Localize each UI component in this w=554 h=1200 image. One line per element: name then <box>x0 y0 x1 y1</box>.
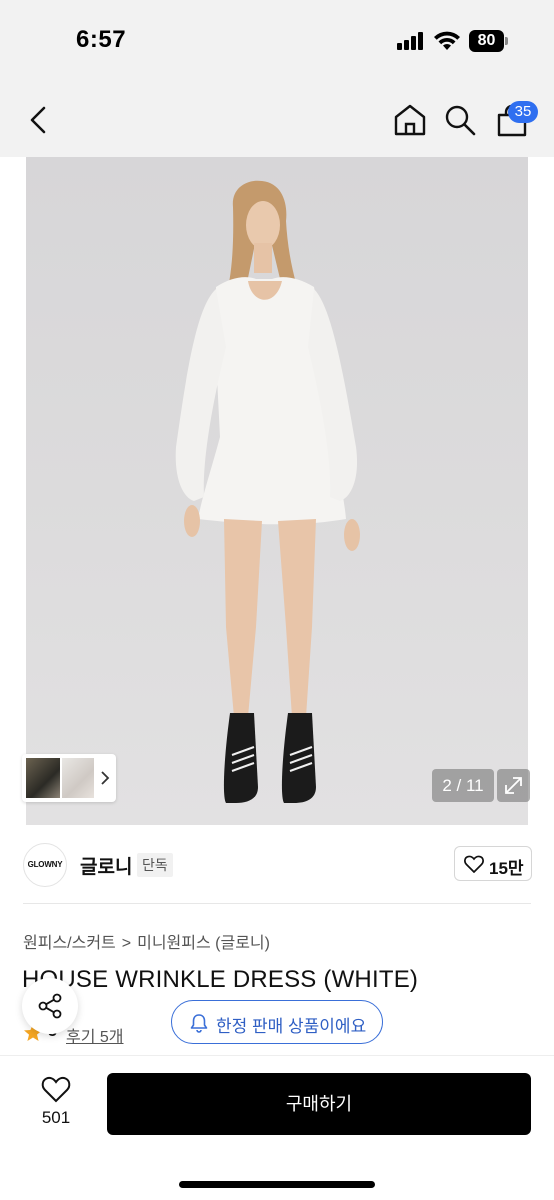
nav-bar <box>0 90 554 150</box>
cellular-signal-icon <box>397 32 423 50</box>
brand-like-count: 15만 <box>489 859 524 878</box>
cart-count-badge: 35 <box>508 101 538 123</box>
breadcrumb-category[interactable]: 원피스/스커트 <box>23 935 116 952</box>
bell-icon <box>190 1014 208 1033</box>
battery-icon: 80 <box>469 30 509 52</box>
home-icon[interactable] <box>393 103 427 137</box>
heart-icon <box>41 1076 71 1103</box>
chevron-right-icon[interactable] <box>98 768 112 788</box>
product-photo[interactable] <box>26 157 528 825</box>
limited-sale-text: 한정 판매 상품이에요 <box>216 1017 367 1036</box>
breadcrumb-subcategory[interactable]: 미니원피스 (글로니) <box>137 935 270 952</box>
home-indicator <box>179 1181 375 1188</box>
wishlist-count: 501 <box>41 1108 71 1127</box>
image-page-indicator: 2 / 11 <box>432 769 494 802</box>
status-bar: 6:57 80 <box>0 0 554 80</box>
breadcrumb: 원피스/스커트 > 미니원피스 (글로니) <box>23 929 270 953</box>
exclusive-tag: 단독 <box>137 853 173 877</box>
brand-logo[interactable]: GLOWNY <box>23 843 67 887</box>
share-button[interactable] <box>22 978 78 1034</box>
model-illustration <box>175 180 360 803</box>
wishlist-button[interactable]: 501 <box>28 1072 84 1132</box>
status-time: 6:57 <box>76 26 127 53</box>
limited-sale-notice[interactable]: 한정 판매 상품이에요 <box>171 1000 383 1044</box>
brand-name[interactable]: 글로니 <box>80 852 132 879</box>
expand-icon <box>505 777 522 794</box>
thumbnail-2[interactable] <box>62 758 94 798</box>
divider <box>23 903 531 904</box>
thumbnail-1[interactable] <box>26 758 60 798</box>
product-title: HOUSE WRINKLE DRESS (WHITE) <box>22 966 419 993</box>
share-icon <box>38 993 62 1019</box>
search-icon[interactable] <box>444 104 476 136</box>
buy-button[interactable]: 구매하기 <box>107 1073 531 1135</box>
breadcrumb-separator: > <box>121 935 132 952</box>
wifi-icon <box>434 31 460 50</box>
brand-like-button[interactable]: 15만 <box>454 846 532 881</box>
thumbnail-strip[interactable] <box>22 754 116 802</box>
back-arrow-icon[interactable] <box>24 104 54 136</box>
heart-icon <box>464 855 484 873</box>
review-link[interactable]: 후기 5개 <box>66 1023 124 1047</box>
battery-level: 80 <box>469 30 504 52</box>
expand-button[interactable] <box>497 769 530 802</box>
